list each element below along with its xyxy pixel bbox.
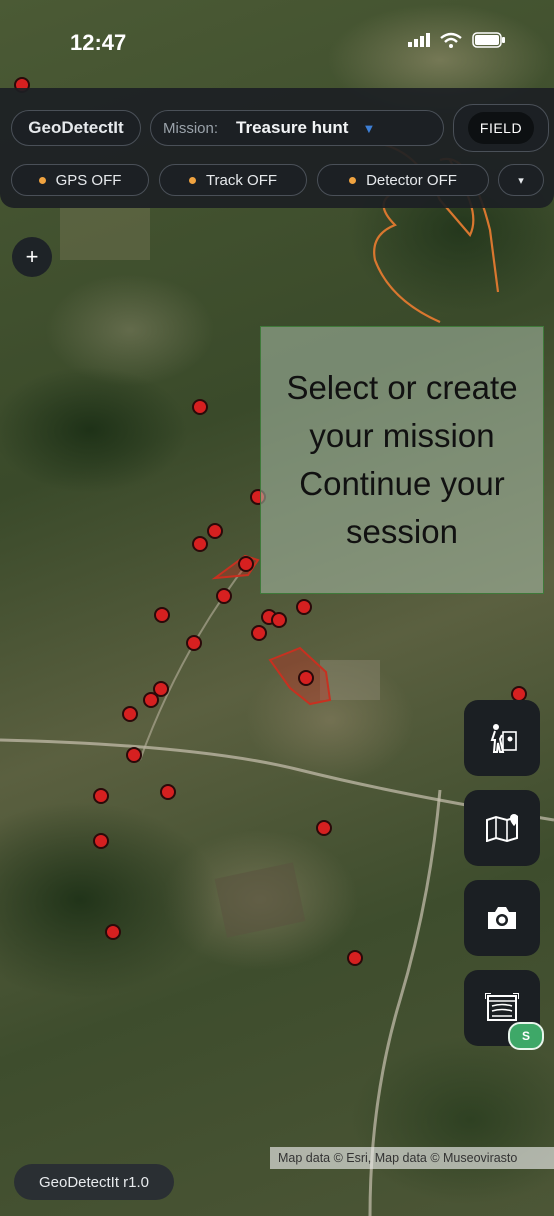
find-marker[interactable] bbox=[251, 625, 267, 641]
mission-label: Mission: bbox=[163, 119, 219, 137]
find-marker[interactable] bbox=[216, 588, 232, 604]
battery-icon bbox=[472, 32, 505, 48]
find-marker[interactable] bbox=[93, 788, 109, 804]
find-marker[interactable] bbox=[122, 706, 138, 722]
mode-button[interactable]: FIELD bbox=[453, 104, 549, 152]
detector-toggle[interactable]: Detector OFF bbox=[317, 164, 489, 196]
mission-value: Treasure hunt bbox=[236, 118, 349, 137]
status-icons bbox=[408, 32, 506, 48]
find-marker[interactable] bbox=[105, 924, 121, 940]
hiker-map-button[interactable] bbox=[464, 700, 540, 776]
detector-toggle-label: Detector OFF bbox=[366, 171, 457, 189]
find-marker[interactable] bbox=[160, 784, 176, 800]
gps-toggle[interactable]: GPS OFF bbox=[11, 164, 149, 196]
camera-icon bbox=[488, 907, 516, 929]
app-name-button[interactable]: GeoDetectIt bbox=[11, 110, 141, 146]
find-marker[interactable] bbox=[316, 820, 332, 836]
sync-badge: S bbox=[508, 1022, 544, 1050]
find-marker[interactable] bbox=[271, 612, 287, 628]
find-marker[interactable] bbox=[143, 692, 159, 708]
version-label: GeoDetectIt r1.0 bbox=[14, 1164, 174, 1200]
signal-icon bbox=[408, 33, 430, 47]
find-marker[interactable] bbox=[296, 599, 312, 615]
wifi-icon bbox=[440, 32, 462, 48]
find-marker[interactable] bbox=[126, 747, 142, 763]
mode-label: FIELD bbox=[467, 112, 535, 144]
find-marker[interactable] bbox=[238, 556, 254, 572]
dropdown-arrow-icon: ▼ bbox=[362, 120, 376, 136]
clock: 12:47 bbox=[70, 30, 127, 55]
more-toggles-button[interactable]: ▾ bbox=[498, 164, 544, 196]
find-marker[interactable] bbox=[207, 523, 223, 539]
find-marker[interactable] bbox=[93, 833, 109, 849]
find-marker[interactable] bbox=[186, 635, 202, 651]
hiker-map-icon bbox=[490, 724, 517, 753]
map-attribution: Map data © Esri, Map data © Museovirasto bbox=[270, 1147, 554, 1169]
mission-select[interactable]: Mission: Treasure hunt ▼ bbox=[150, 110, 444, 146]
find-marker[interactable] bbox=[347, 950, 363, 966]
status-dot-icon bbox=[38, 176, 46, 184]
status-dot-icon bbox=[188, 176, 196, 184]
find-marker[interactable] bbox=[298, 670, 314, 686]
map-button[interactable] bbox=[464, 790, 540, 866]
find-marker[interactable] bbox=[154, 607, 170, 623]
track-toggle[interactable]: Track OFF bbox=[159, 164, 307, 196]
find-marker[interactable] bbox=[192, 536, 208, 552]
status-bar: 12:47 bbox=[0, 0, 554, 88]
tooltip-text: Select or create your mission Continue y… bbox=[286, 369, 518, 550]
track-toggle-label: Track OFF bbox=[205, 171, 278, 189]
scan-map-icon bbox=[485, 993, 519, 1021]
map-pin-icon bbox=[486, 814, 518, 842]
gps-toggle-label: GPS OFF bbox=[55, 171, 122, 189]
find-marker[interactable] bbox=[192, 399, 208, 415]
onboarding-tooltip: Select or create your mission Continue y… bbox=[260, 326, 544, 594]
camera-button[interactable] bbox=[464, 880, 540, 956]
zoom-in-button[interactable]: + bbox=[12, 237, 52, 277]
status-dot-icon bbox=[349, 176, 357, 184]
